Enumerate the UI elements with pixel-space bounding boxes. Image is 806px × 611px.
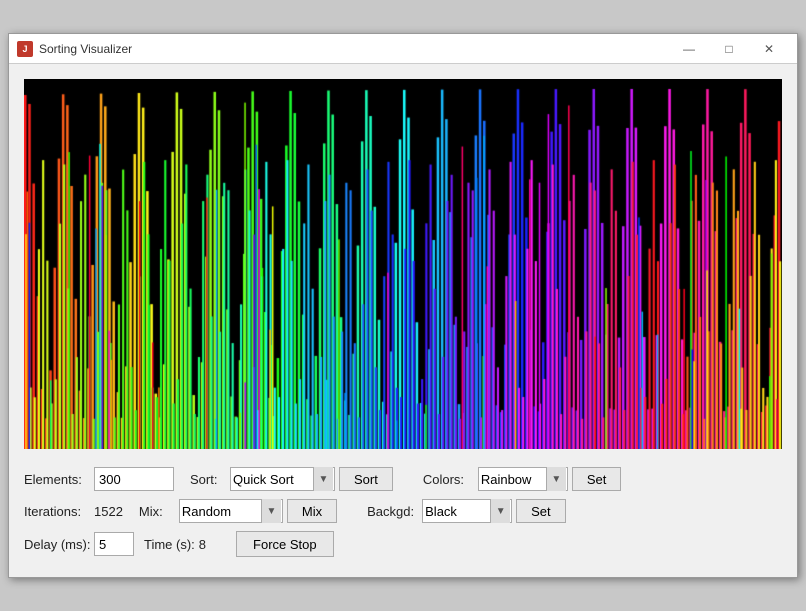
delay-label: Delay (ms): — [24, 537, 94, 552]
maximize-button[interactable]: □ — [709, 39, 749, 59]
controls-panel: Elements: Sort: Quick Sort Bubble Sort M… — [9, 459, 797, 577]
mix-select-wrapper: Random Reverse Nearly Sorted ▼ — [179, 499, 283, 523]
iterations-label: Iterations: — [24, 504, 94, 519]
backgd-select-wrapper: Black White Gray ▼ — [422, 499, 512, 523]
main-window: J Sorting Visualizer — □ ✕ Elements: Sor… — [8, 33, 798, 578]
colors-label: Colors: — [423, 472, 478, 487]
backgd-select[interactable]: Black White Gray — [422, 499, 512, 523]
delay-input[interactable] — [94, 532, 134, 556]
sort-label: Sort: — [190, 472, 230, 487]
elements-label: Elements: — [24, 472, 94, 487]
visualization-area — [24, 79, 782, 449]
titlebar: J Sorting Visualizer — □ ✕ — [9, 34, 797, 64]
mix-button[interactable]: Mix — [287, 499, 337, 523]
sort-select-wrapper: Quick Sort Bubble Sort Merge Sort Heap S… — [230, 467, 335, 491]
window-controls: — □ ✕ — [669, 39, 789, 59]
window-title: Sorting Visualizer — [39, 42, 669, 56]
force-stop-button[interactable]: Force Stop — [236, 531, 334, 557]
controls-row-1: Elements: Sort: Quick Sort Bubble Sort M… — [24, 467, 782, 491]
minimize-button[interactable]: — — [669, 39, 709, 59]
app-icon: J — [17, 41, 33, 57]
close-button[interactable]: ✕ — [749, 39, 789, 59]
sort-canvas — [24, 79, 782, 449]
time-label: Time (s): — [144, 537, 195, 552]
sort-select[interactable]: Quick Sort Bubble Sort Merge Sort Heap S… — [230, 467, 335, 491]
colors-select[interactable]: Rainbow Grayscale Fire Cool — [478, 467, 568, 491]
time-value: 8 — [199, 537, 206, 552]
controls-row-2: Iterations: 1522 Mix: Random Reverse Nea… — [24, 499, 782, 523]
backgd-set-button[interactable]: Set — [516, 499, 566, 523]
backgd-label: Backgd: — [367, 504, 422, 519]
colors-select-wrapper: Rainbow Grayscale Fire Cool ▼ — [478, 467, 568, 491]
sort-button[interactable]: Sort — [339, 467, 393, 491]
mix-select[interactable]: Random Reverse Nearly Sorted — [179, 499, 283, 523]
controls-row-3: Delay (ms): Time (s): 8 Force Stop — [24, 531, 782, 557]
colors-set-button[interactable]: Set — [572, 467, 622, 491]
elements-input[interactable] — [94, 467, 174, 491]
mix-label: Mix: — [139, 504, 179, 519]
iterations-value: 1522 — [94, 504, 123, 519]
